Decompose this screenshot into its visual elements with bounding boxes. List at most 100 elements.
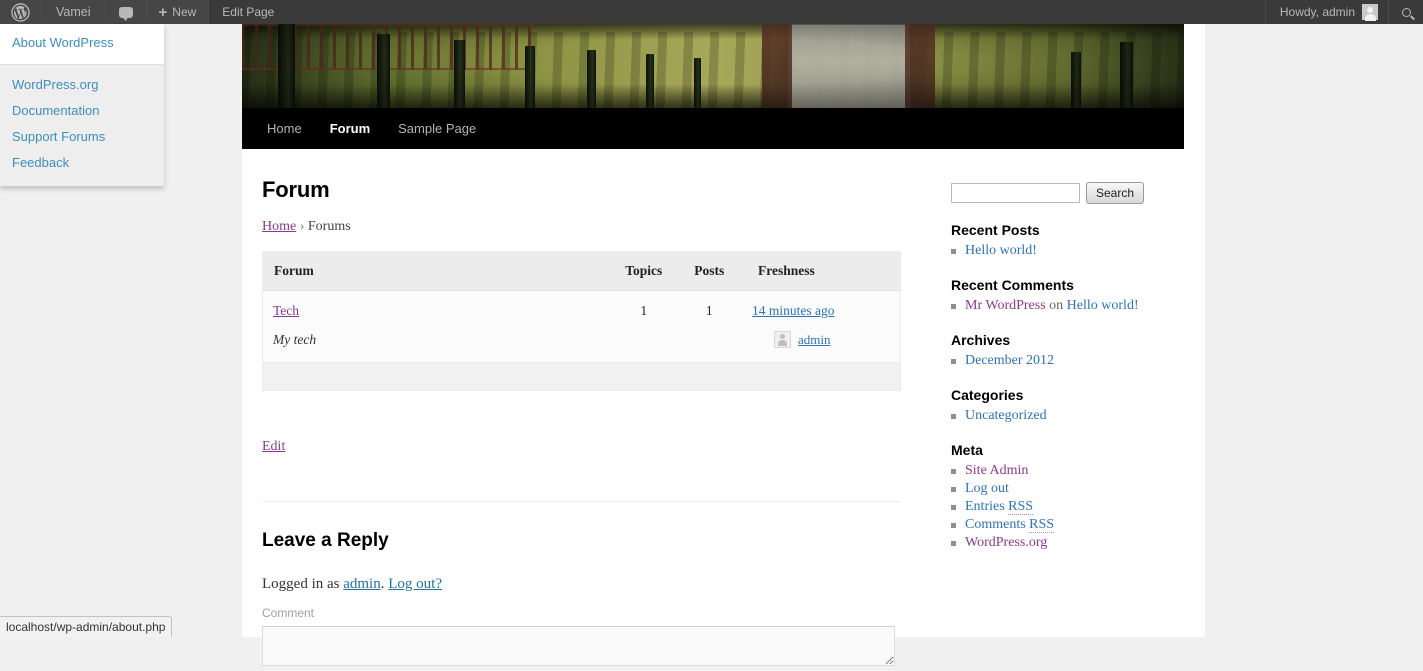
list-item: Comments RSS xyxy=(951,516,1183,534)
breadcrumb-current: Forums xyxy=(308,219,351,234)
list-item: Site Admin xyxy=(951,462,1183,480)
primary-content: Forum Home › Forums Forum Topics Posts F… xyxy=(262,177,901,671)
edit-link-wrapper: Edit xyxy=(262,439,901,455)
logged-in-user-link[interactable]: admin xyxy=(343,576,381,592)
comment-on-text: on xyxy=(1049,298,1063,313)
site-name-label: Vamei xyxy=(56,5,91,19)
menu-item-wordpress-org[interactable]: WordPress.org xyxy=(0,72,164,98)
forum-link-tech[interactable]: Tech xyxy=(273,303,299,318)
about-wordpress-dropdown: About WordPress WordPress.org Documentat… xyxy=(0,24,164,186)
widget-title: Recent Posts xyxy=(951,222,1183,238)
widget-recent-posts: Recent Posts Hello world! xyxy=(951,222,1183,260)
freshness-author-link[interactable]: admin xyxy=(798,332,831,348)
edit-page-link[interactable]: Edit Page xyxy=(209,0,287,24)
nav-item-sample-page[interactable]: Sample Page xyxy=(384,108,490,149)
status-bar-url: localhost/wp-admin/about.php xyxy=(6,620,165,634)
menu-item-support-forums[interactable]: Support Forums xyxy=(0,124,164,150)
cell-posts-count: 1 xyxy=(677,291,742,363)
user-avatar-icon xyxy=(1362,4,1378,20)
comment-bubble-icon xyxy=(119,7,133,18)
comment-author-link[interactable]: Mr WordPress xyxy=(965,298,1046,313)
search-widget: Search xyxy=(951,182,1183,204)
widget-title: Recent Comments xyxy=(951,277,1183,293)
table-footer-cell xyxy=(263,363,901,391)
site-name-menu[interactable]: Vamei xyxy=(42,0,106,24)
meta-link-site-admin[interactable]: Site Admin xyxy=(965,463,1028,478)
widget-list: Mr WordPress on Hello world! xyxy=(951,297,1183,315)
cell-freshness: 14 minutes ago admin xyxy=(742,291,900,363)
list-item: Mr WordPress on Hello world! xyxy=(951,297,1183,315)
widget-recent-comments: Recent Comments Mr WordPress on Hello wo… xyxy=(951,277,1183,315)
recent-post-link[interactable]: Hello world! xyxy=(965,243,1037,258)
widget-title: Meta xyxy=(951,442,1183,458)
wp-admin-bar: Vamei + New Edit Page Howdy, admin xyxy=(0,0,1423,24)
table-footer-row xyxy=(263,363,901,391)
nav-item-forum[interactable]: Forum xyxy=(316,108,384,149)
page-title: Forum xyxy=(262,177,901,203)
list-item: December 2012 xyxy=(951,352,1183,370)
logged-in-period: . xyxy=(381,576,385,592)
widget-list: December 2012 xyxy=(951,352,1183,370)
rss-abbr: RSS xyxy=(1029,517,1054,533)
cell-topics-count: 1 xyxy=(611,291,676,363)
logout-link[interactable]: Log out? xyxy=(388,576,442,592)
table-header-row: Forum Topics Posts Freshness xyxy=(263,252,901,291)
widget-list: Uncategorized xyxy=(951,407,1183,425)
list-item: Log out xyxy=(951,480,1183,498)
list-item: Entries RSS xyxy=(951,498,1183,516)
plus-icon: + xyxy=(159,5,168,20)
rss-abbr: RSS xyxy=(1008,499,1033,515)
column-header-topics: Topics xyxy=(611,252,676,291)
widget-archives: Archives December 2012 xyxy=(951,332,1183,370)
edit-link[interactable]: Edit xyxy=(262,439,285,454)
comment-textarea[interactable] xyxy=(262,626,895,666)
freshness-author: admin xyxy=(752,331,890,348)
forum-description: My tech xyxy=(273,332,601,348)
wordpress-logo-icon xyxy=(11,3,30,22)
meta-link-comments-rss[interactable]: Comments RSS xyxy=(965,517,1054,533)
howdy-label: Howdy, admin xyxy=(1280,5,1355,19)
cell-forum: Tech My tech xyxy=(263,291,612,363)
logged-in-prefix: Logged in as xyxy=(262,576,339,592)
archive-link[interactable]: December 2012 xyxy=(965,353,1054,368)
list-item: WordPress.org xyxy=(951,534,1183,552)
menu-item-about-wordpress[interactable]: About WordPress xyxy=(0,30,164,56)
howdy-user-menu[interactable]: Howdy, admin xyxy=(1265,0,1389,24)
freshness-time-link[interactable]: 14 minutes ago xyxy=(752,303,835,318)
widget-title: Categories xyxy=(951,387,1183,403)
content-divider xyxy=(262,501,901,502)
column-header-forum: Forum xyxy=(263,252,612,291)
meta-link-entries-rss[interactable]: Entries RSS xyxy=(965,499,1033,515)
new-label: New xyxy=(172,5,196,19)
dropdown-secondary-group: WordPress.org Documentation Support Foru… xyxy=(0,65,164,186)
header-vignette xyxy=(242,24,1184,108)
widget-meta: Meta Site Admin Log out Entries RSS Comm… xyxy=(951,442,1183,552)
menu-item-feedback[interactable]: Feedback xyxy=(0,150,164,176)
category-link[interactable]: Uncategorized xyxy=(965,408,1047,423)
widget-list: Site Admin Log out Entries RSS Comments … xyxy=(951,462,1183,552)
new-content-menu[interactable]: + New xyxy=(147,0,210,24)
logged-in-as-text: Logged in as admin. Log out? xyxy=(262,576,901,593)
leave-a-reply-heading: Leave a Reply xyxy=(262,530,901,552)
breadcrumb-separator: › xyxy=(300,219,305,234)
site-navigation: Home Forum Sample Page xyxy=(242,108,1184,149)
search-button[interactable] xyxy=(1389,0,1423,24)
meta-link-log-out[interactable]: Log out xyxy=(965,481,1009,496)
dropdown-primary-group: About WordPress xyxy=(0,24,164,65)
admin-bar-right-group: Howdy, admin xyxy=(1265,0,1423,24)
forums-table: Forum Topics Posts Freshness Tech My tec… xyxy=(262,251,901,391)
comment-field-label: Comment xyxy=(262,606,901,620)
list-item: Uncategorized xyxy=(951,407,1183,425)
nav-item-home[interactable]: Home xyxy=(267,108,316,149)
wordpress-logo-button[interactable] xyxy=(0,0,42,24)
search-input[interactable] xyxy=(951,183,1080,203)
breadcrumb-home-link[interactable]: Home xyxy=(262,219,296,234)
meta-link-wordpress-org[interactable]: WordPress.org xyxy=(965,535,1047,550)
search-submit-button[interactable]: Search xyxy=(1086,182,1144,204)
comment-post-link[interactable]: Hello world! xyxy=(1067,298,1139,313)
site-page: Home Forum Sample Page Forum Home › Foru… xyxy=(242,24,1205,637)
menu-item-documentation[interactable]: Documentation xyxy=(0,98,164,124)
user-avatar-icon xyxy=(774,331,791,348)
comments-button[interactable] xyxy=(106,0,147,24)
column-header-freshness: Freshness xyxy=(742,252,900,291)
